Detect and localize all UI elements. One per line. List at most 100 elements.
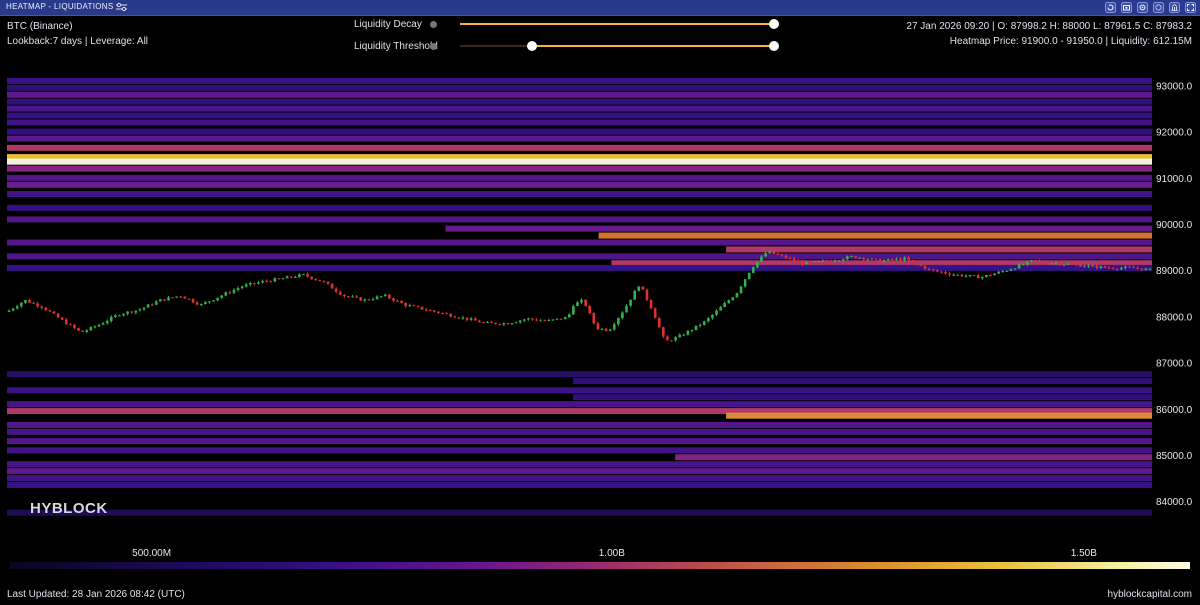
candle-body — [183, 296, 187, 299]
candle-body — [633, 290, 637, 300]
candle-body — [494, 322, 497, 325]
candle-body — [437, 311, 440, 313]
candle-body — [527, 318, 530, 320]
candle-body — [351, 296, 354, 298]
liquidity-band — [7, 77, 1152, 84]
candle-body — [32, 302, 35, 304]
candle-body — [952, 274, 955, 276]
capital-icon[interactable] — [1169, 2, 1180, 13]
candle-body — [1091, 265, 1095, 267]
candle-body — [171, 297, 174, 299]
candle-body — [216, 297, 219, 301]
candle-body — [1107, 267, 1111, 269]
candle-body — [1148, 268, 1152, 270]
candle-body — [490, 322, 493, 324]
liquidity-band — [7, 371, 1152, 378]
decay-track[interactable] — [460, 23, 774, 25]
gear-icon[interactable] — [1153, 2, 1164, 13]
y-tick-label: 84000.0 — [1156, 497, 1193, 508]
candle-body — [805, 261, 808, 265]
liquidity-band — [7, 481, 1152, 488]
candle-body — [375, 296, 379, 300]
candle-body — [199, 303, 203, 305]
site-link[interactable]: hyblockcapital.com — [1108, 589, 1192, 600]
candle-body — [747, 272, 751, 280]
candle-body — [899, 258, 902, 261]
candle-body — [343, 294, 346, 297]
candle-body — [330, 283, 334, 289]
candle-body — [1009, 269, 1013, 271]
candle-body — [711, 314, 714, 319]
candle-body — [870, 258, 874, 260]
fullscreen-icon[interactable] — [1185, 2, 1196, 13]
brand-logo: HYBLOCK — [30, 500, 108, 517]
liquidation-heatmap-chart[interactable]: 93000.0 92000.0 91000.0 90000.0 89000.0 88000… — [0, 60, 1200, 525]
color-scale-label: 1.50B — [1070, 548, 1097, 559]
threshold-knob-min[interactable] — [527, 41, 538, 51]
candle-body — [1099, 266, 1103, 268]
last-updated: Last Updated: 28 Jan 2026 08:42 (UTC) — [7, 589, 185, 600]
candle-body — [846, 256, 849, 260]
ohlc-readout: 27 Jan 2026 09:20 | O: 87998.2 H: 88000 … — [906, 21, 1192, 32]
y-tick-label: 92000.0 — [1156, 128, 1193, 139]
candle-body — [195, 302, 199, 305]
candle-body — [134, 310, 138, 313]
candle-body — [163, 299, 166, 301]
candle-body — [408, 305, 412, 307]
candle-body — [547, 320, 551, 322]
candle-body — [293, 276, 297, 278]
candle-body — [960, 274, 964, 277]
candle-body — [56, 313, 60, 318]
candle-body — [576, 302, 579, 307]
candle-body — [801, 261, 804, 265]
candle-body — [318, 279, 322, 282]
candle-body — [506, 323, 510, 325]
candle-body — [273, 278, 277, 282]
candle-body — [837, 260, 841, 262]
threshold-knob-max[interactable] — [769, 41, 779, 51]
candle-body — [24, 300, 27, 303]
refresh-icon[interactable] — [1105, 2, 1116, 13]
decay-info-icon[interactable] — [430, 21, 437, 28]
candle-body — [694, 325, 698, 331]
candle-body — [768, 251, 771, 254]
candle-body — [322, 281, 326, 283]
decay-knob[interactable] — [769, 19, 779, 29]
candle-body — [882, 260, 886, 263]
candle-body — [138, 309, 142, 311]
threshold-info-icon[interactable] — [430, 43, 437, 50]
candle-body — [249, 283, 252, 285]
candle-body — [371, 299, 375, 301]
candle-body — [580, 299, 583, 303]
candle-body — [1128, 266, 1131, 268]
sliders-icon[interactable] — [116, 2, 127, 12]
candle-body — [817, 261, 821, 263]
liquidity-threshold-slider[interactable] — [460, 41, 779, 51]
candle-body — [396, 300, 399, 302]
camera-icon[interactable] — [1121, 2, 1132, 13]
candle-body — [1021, 264, 1025, 266]
candle-body — [592, 313, 596, 324]
candle-body — [502, 323, 506, 325]
threshold-track[interactable] — [460, 45, 774, 47]
candle-body — [142, 307, 146, 310]
liquidity-band — [7, 98, 1152, 105]
candle-body — [281, 278, 285, 280]
candle-body — [109, 316, 113, 321]
candle-body — [772, 251, 776, 254]
settings-icon[interactable] — [1137, 2, 1148, 13]
candle-body — [641, 286, 645, 290]
candle-body — [478, 320, 481, 323]
candle-body — [1075, 264, 1078, 266]
candle-body — [948, 273, 951, 275]
candle-body — [698, 324, 702, 326]
candle-body — [77, 328, 80, 331]
candle-body — [130, 311, 134, 313]
candle-body — [420, 306, 424, 310]
liquidity-decay-slider[interactable] — [460, 19, 779, 29]
candle-body — [531, 318, 534, 320]
candle-body — [686, 330, 690, 335]
candle-body — [118, 315, 121, 317]
candle-body — [968, 274, 972, 276]
candle-body — [866, 259, 870, 261]
